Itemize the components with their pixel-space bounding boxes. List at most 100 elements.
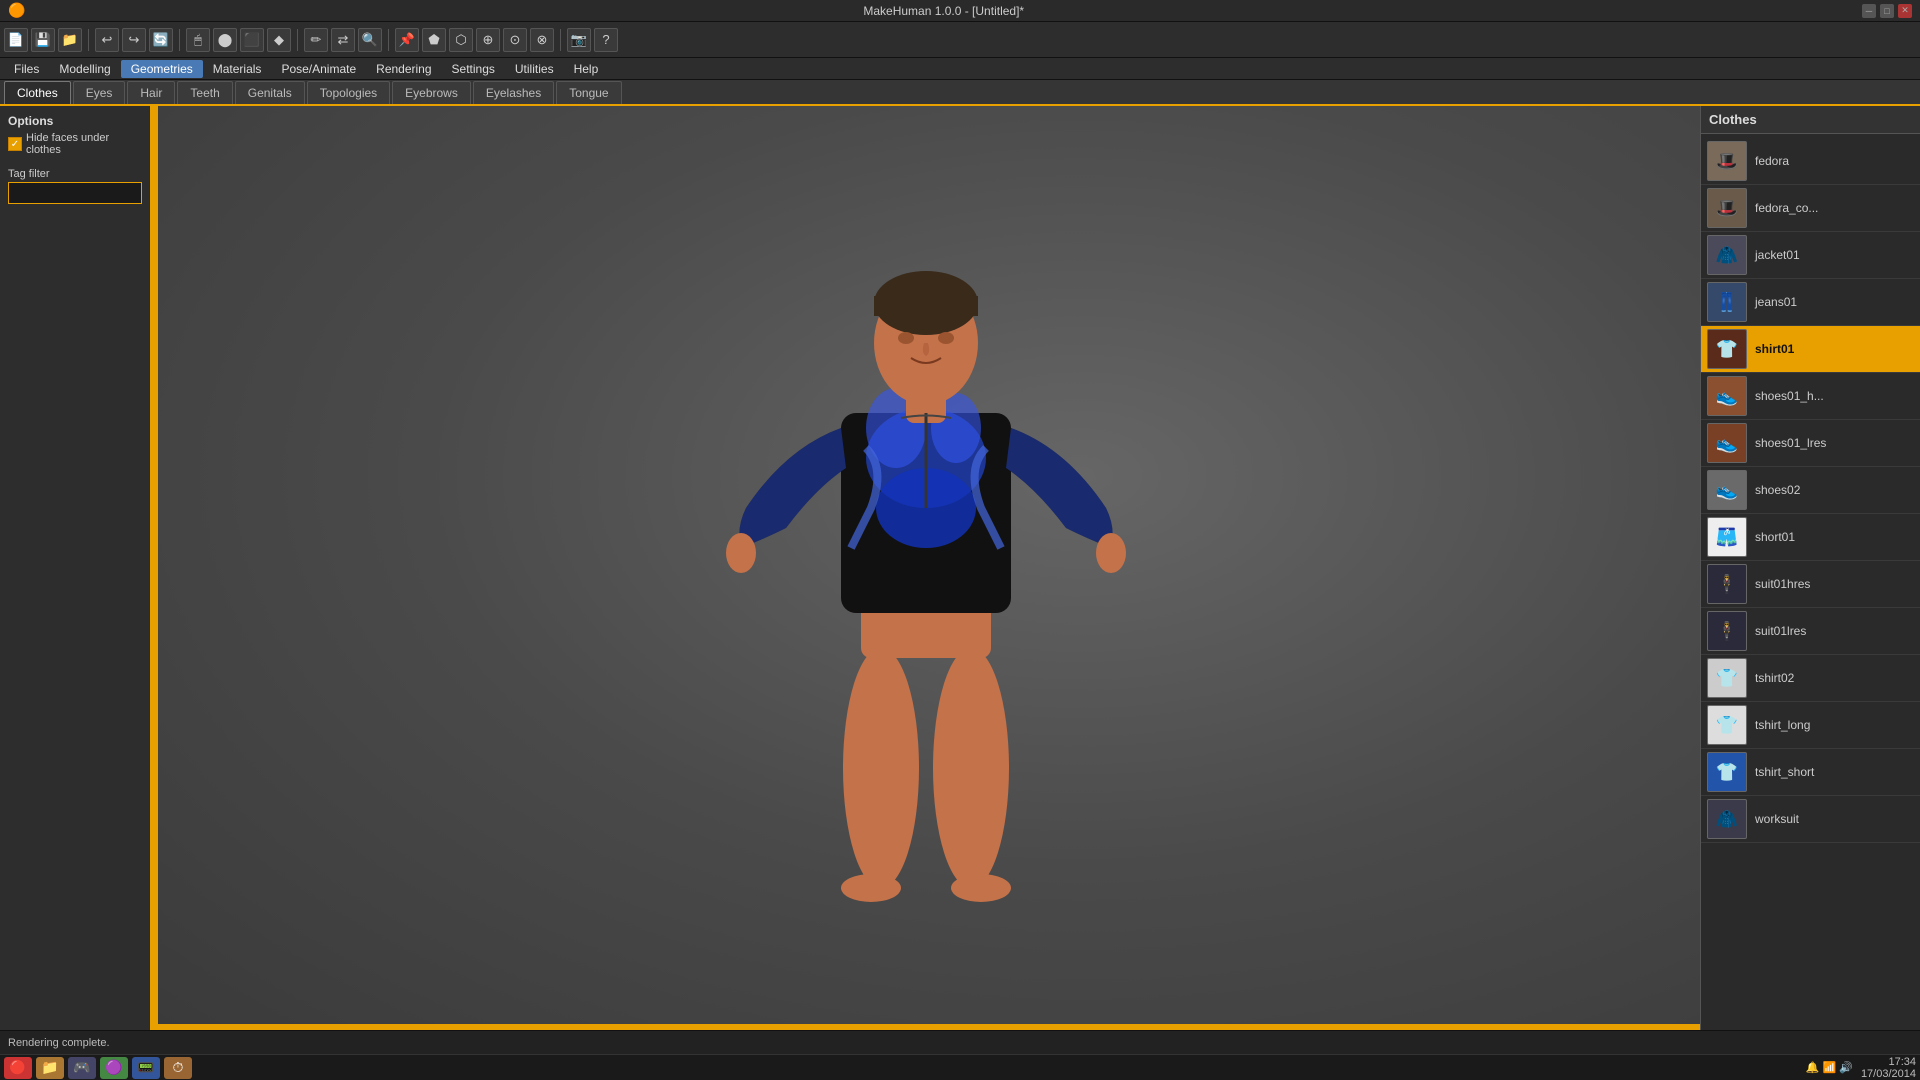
toolbar-pencil[interactable]: ✏ bbox=[304, 28, 328, 52]
clothes-item-tshirt02[interactable]: 👕tshirt02 bbox=[1701, 655, 1920, 702]
clothes-thumb-fedora_co: 🎩 bbox=[1707, 188, 1747, 228]
close-button[interactable]: ✕ bbox=[1898, 4, 1912, 18]
clothes-item-jacket01[interactable]: 🧥jacket01 bbox=[1701, 232, 1920, 279]
menu-files[interactable]: Files bbox=[4, 60, 49, 78]
clothes-thumb-shoes02: 👟 bbox=[1707, 470, 1747, 510]
clothes-item-shoes01_lres[interactable]: 👟 shoes01_lres bbox=[1701, 420, 1920, 467]
tab-eyes[interactable]: Eyes bbox=[73, 81, 126, 104]
toolbar-help[interactable]: ? bbox=[594, 28, 618, 52]
toolbar-target[interactable]: ⊙ bbox=[503, 28, 527, 52]
clothes-item-jeans01[interactable]: 👖jeans01 bbox=[1701, 279, 1920, 326]
clothes-item-shirt01[interactable]: 👕shirt01 bbox=[1701, 326, 1920, 373]
taskbar-chrome[interactable]: 🔴 bbox=[4, 1057, 32, 1079]
clothes-name-jeans01: jeans01 bbox=[1755, 295, 1797, 309]
toolbar-reset[interactable]: 🔄 bbox=[149, 28, 173, 52]
titlebar: 🟠 MakeHuman 1.0.0 - [Untitled]* ─ □ ✕ bbox=[0, 0, 1920, 22]
toolbar-search[interactable]: 🔍 bbox=[358, 28, 382, 52]
taskbar-steam[interactable]: 🎮 bbox=[68, 1057, 96, 1079]
toolbar-new[interactable]: 📄 bbox=[4, 28, 28, 52]
tag-filter-input[interactable] bbox=[8, 182, 142, 204]
clothes-item-fedora[interactable]: 🎩fedora bbox=[1701, 138, 1920, 185]
clothes-item-shoes02[interactable]: 👟shoes02 bbox=[1701, 467, 1920, 514]
clothes-item-shoes01_h[interactable]: 👟shoes01_h... bbox=[1701, 373, 1920, 420]
clothes-thumb-shoes01_lres: 👟 bbox=[1707, 423, 1747, 463]
hide-faces-checkbox[interactable]: ✓ bbox=[8, 137, 22, 151]
menu-geometries[interactable]: Geometries bbox=[121, 60, 203, 78]
menu-utilities[interactable]: Utilities bbox=[505, 60, 564, 78]
toolbar-sep4 bbox=[388, 29, 389, 51]
tab-tongue[interactable]: Tongue bbox=[556, 81, 621, 104]
toolbar-sep5 bbox=[560, 29, 561, 51]
taskbar-time-value: 17:34 bbox=[1861, 1056, 1916, 1068]
tab-topologies[interactable]: Topologies bbox=[307, 81, 390, 104]
toolbar-shuffle[interactable]: ⇄ bbox=[331, 28, 355, 52]
taskbar-files[interactable]: 📁 bbox=[36, 1057, 64, 1079]
taskbar-datetime: 17:34 17/03/2014 bbox=[1861, 1056, 1916, 1080]
toolbar-mouse[interactable]: 🖱 bbox=[186, 28, 210, 52]
minimize-button[interactable]: ─ bbox=[1862, 4, 1876, 18]
toolbar-open[interactable]: 📁 bbox=[58, 28, 82, 52]
hide-faces-label: Hide faces under clothes bbox=[26, 132, 142, 156]
taskbar-clock[interactable]: ⏱ bbox=[164, 1057, 192, 1079]
toolbar-diamond[interactable]: ◆ bbox=[267, 28, 291, 52]
clothes-item-tshirt_long[interactable]: 👕tshirt_long bbox=[1701, 702, 1920, 749]
clothes-name-shoes01_lres: shoes01_lres bbox=[1755, 436, 1826, 450]
clothes-name-short01: short01 bbox=[1755, 530, 1795, 544]
clothes-name-jacket01: jacket01 bbox=[1755, 248, 1800, 262]
menu-materials[interactable]: Materials bbox=[203, 60, 272, 78]
menu-rendering[interactable]: Rendering bbox=[366, 60, 441, 78]
window-title: MakeHuman 1.0.0 - [Untitled]* bbox=[25, 4, 1862, 18]
taskbar-terminal[interactable]: 📟 bbox=[132, 1057, 160, 1079]
maximize-button[interactable]: □ bbox=[1880, 4, 1894, 18]
tab-eyebrows[interactable]: Eyebrows bbox=[392, 81, 471, 104]
tab-clothes[interactable]: Clothes bbox=[4, 81, 71, 104]
menu-pose-animate[interactable]: Pose/Animate bbox=[271, 60, 366, 78]
viewport[interactable] bbox=[152, 106, 1700, 1030]
clothes-item-worksuit[interactable]: 🧥worksuit bbox=[1701, 796, 1920, 843]
toolbar-shape1[interactable]: ⬟ bbox=[422, 28, 446, 52]
toolbar-undo[interactable]: ↩ bbox=[95, 28, 119, 52]
app-icon: 🟠 bbox=[8, 2, 25, 19]
toolbar-sep2 bbox=[179, 29, 180, 51]
toolbar-redo[interactable]: ↪ bbox=[122, 28, 146, 52]
clothes-item-tshirt_short[interactable]: 👕 tshirt_short bbox=[1701, 749, 1920, 796]
taskbar-apps: 🔴 📁 🎮 🟣 📟 ⏱ bbox=[4, 1057, 192, 1079]
toolbar-shape2[interactable]: ⬡ bbox=[449, 28, 473, 52]
toolbar-square[interactable]: ⬛ bbox=[240, 28, 264, 52]
toolbar-add[interactable]: ⊕ bbox=[476, 28, 500, 52]
left-splitter[interactable] bbox=[152, 106, 158, 1030]
clothes-item-suit01lres[interactable]: 🕴 suit01lres bbox=[1701, 608, 1920, 655]
clothes-thumb-tshirt_short: 👕 bbox=[1707, 752, 1747, 792]
tab-genitals[interactable]: Genitals bbox=[235, 81, 305, 104]
clothes-item-suit01hres[interactable]: 🕴suit01hres bbox=[1701, 561, 1920, 608]
statusbar: Rendering complete. bbox=[0, 1030, 1920, 1054]
bottom-splitter[interactable] bbox=[152, 1024, 1700, 1030]
toolbar-remove[interactable]: ⊗ bbox=[530, 28, 554, 52]
tab-teeth[interactable]: Teeth bbox=[177, 81, 232, 104]
tab-hair[interactable]: Hair bbox=[127, 81, 175, 104]
clothes-thumb-shirt01: 👕 bbox=[1707, 329, 1747, 369]
tab-eyelashes[interactable]: Eyelashes bbox=[473, 81, 554, 104]
clothes-item-short01[interactable]: 🩳 short01 bbox=[1701, 514, 1920, 561]
toolbar-camera[interactable]: 📷 bbox=[567, 28, 591, 52]
menu-settings[interactable]: Settings bbox=[442, 60, 505, 78]
toolbar-save[interactable]: 💾 bbox=[31, 28, 55, 52]
menu-help[interactable]: Help bbox=[564, 60, 609, 78]
clothes-list: 🎩fedora🎩fedora_co...🧥jacket01👖jeans01👕sh… bbox=[1701, 134, 1920, 1030]
clothes-thumb-suit01lres: 🕴 bbox=[1707, 611, 1747, 651]
menu-modelling[interactable]: Modelling bbox=[49, 60, 120, 78]
taskbar-mh[interactable]: 🟣 bbox=[100, 1057, 128, 1079]
hide-faces-row[interactable]: ✓ Hide faces under clothes bbox=[8, 132, 142, 156]
clothes-name-tshirt02: tshirt02 bbox=[1755, 671, 1794, 685]
toolbar-pin[interactable]: 📌 bbox=[395, 28, 419, 52]
options-title: Options bbox=[8, 114, 142, 128]
toolbar-sep1 bbox=[88, 29, 89, 51]
menubar: Files Modelling Geometries Materials Pos… bbox=[0, 58, 1920, 80]
clothes-name-tshirt_short: tshirt_short bbox=[1755, 765, 1814, 779]
taskbar-date-value: 17/03/2014 bbox=[1861, 1068, 1916, 1080]
clothes-item-fedora_co[interactable]: 🎩fedora_co... bbox=[1701, 185, 1920, 232]
clothes-name-suit01hres: suit01hres bbox=[1755, 577, 1810, 591]
toolbar-sphere[interactable]: ⬤ bbox=[213, 28, 237, 52]
clothes-name-suit01lres: suit01lres bbox=[1755, 624, 1806, 638]
clothes-thumb-short01: 🩳 bbox=[1707, 517, 1747, 557]
